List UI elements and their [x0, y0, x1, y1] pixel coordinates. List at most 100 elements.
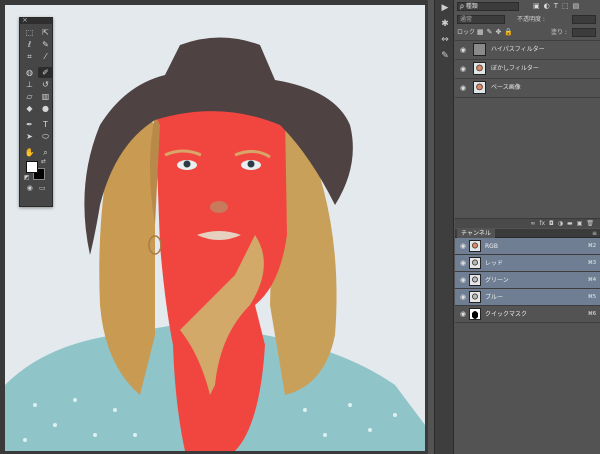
- layers-panel: ρ 種類 ▣ ◐ T ⬚ ▤ 通常 不透明度 : ロック : ▦ ✎ ✥ 🔒 塗…: [455, 0, 600, 220]
- lock-pixels-icon[interactable]: ✎: [487, 28, 493, 37]
- trash-icon[interactable]: 🗑: [586, 219, 594, 228]
- photoshop-window: × ⬚ ⇱ ℓ ✎ ⌗ ⁄ ◍ ✐ ⊥ ↺ ▱ ▥ ◆ ● ✒ T ➤ ⬭ ✋ ⌕ ⇄ ◩ ◉ ▭ ▶ ✱ ⇔ ✎ ρ…: [0, 0, 600, 454]
- crop-tool-icon[interactable]: ⌗: [22, 51, 37, 62]
- layers-lock-row: ロック : ▦ ✎ ✥ 🔒 塗り :: [455, 26, 600, 39]
- lasso-tool-icon[interactable]: ℓ: [22, 39, 37, 50]
- zoom-tool-icon[interactable]: ⌕: [38, 147, 53, 158]
- channel-name: グリーン: [485, 277, 509, 284]
- opacity-input[interactable]: [572, 15, 596, 24]
- brush-tool-icon[interactable]: ✐: [38, 67, 53, 78]
- channel-thumbnail: [469, 274, 481, 286]
- tools-bottom-row: ◉ ▭: [20, 182, 52, 194]
- stamp-tool-icon[interactable]: ⊥: [22, 79, 37, 90]
- lock-position-icon[interactable]: ✥: [496, 28, 502, 37]
- smart-object-filter-icon[interactable]: ▤: [573, 2, 580, 11]
- channel-shortcut: ⌘6: [587, 311, 596, 317]
- channel-shortcut: ⌘2: [587, 243, 596, 249]
- link-layers-icon[interactable]: ∞: [530, 219, 535, 228]
- history-brush-tool-icon[interactable]: ↺: [38, 79, 53, 90]
- right-panels: ρ 種類 ▣ ◐ T ⬚ ▤ 通常 不透明度 : ロック : ▦ ✎ ✥ 🔒 塗…: [455, 0, 600, 454]
- visibility-eye-icon[interactable]: ◉: [458, 276, 468, 284]
- visibility-eye-icon[interactable]: ◉: [458, 259, 468, 267]
- layer-row[interactable]: ◉ ぼかしフィルター: [455, 59, 600, 78]
- visibility-eye-icon[interactable]: ◉: [458, 242, 468, 250]
- blend-mode-select[interactable]: 通常: [457, 15, 505, 24]
- channel-shortcut: ⌘3: [587, 260, 596, 266]
- layer-row[interactable]: ◉ ハイパスフィルター: [455, 40, 600, 59]
- layer-list: ◉ ハイパスフィルター ◉ ぼかしフィルター ◉ ベース画像: [455, 40, 600, 97]
- eyedropper-tool-icon[interactable]: ⁄: [38, 51, 53, 62]
- pen-tool-icon[interactable]: ✒: [22, 119, 37, 130]
- layer-name: ベース画像: [491, 84, 521, 91]
- shape-tool-icon[interactable]: ⬭: [38, 131, 53, 142]
- adjustment-filter-icon[interactable]: ◐: [544, 2, 550, 11]
- tool-presets-icon[interactable]: ✱: [435, 16, 455, 32]
- type-tool-icon[interactable]: T: [38, 119, 53, 130]
- layer-style-icon[interactable]: fx: [539, 219, 545, 228]
- channel-row-green[interactable]: ◉ グリーン ⌘4: [455, 272, 600, 289]
- channel-thumbnail: [469, 308, 481, 320]
- channels-tabbar: チャンネル ≡: [455, 229, 600, 238]
- side-icon-strip: ▶ ✱ ⇔ ✎: [434, 0, 454, 454]
- add-mask-icon[interactable]: ◘: [549, 219, 554, 228]
- visibility-eye-icon[interactable]: ◉: [458, 84, 468, 92]
- channel-row-rgb[interactable]: ◉ RGB ⌘2: [455, 238, 600, 255]
- lock-transparent-icon[interactable]: ▦: [477, 28, 484, 37]
- pixel-filter-icon[interactable]: ▣: [533, 2, 540, 11]
- spot-heal-tool-icon[interactable]: ◍: [22, 67, 37, 78]
- visibility-eye-icon[interactable]: ◉: [458, 46, 468, 54]
- tools-panel-header[interactable]: ×: [20, 16, 52, 24]
- layer-row[interactable]: ◉ ベース画像: [455, 78, 600, 97]
- brush-panel-icon[interactable]: ✎: [435, 48, 455, 64]
- play-icon[interactable]: ▶: [435, 0, 455, 16]
- eraser-tool-icon[interactable]: ▱: [22, 91, 37, 102]
- layer-thumbnail: [473, 62, 486, 75]
- blur-tool-icon[interactable]: ◆: [22, 103, 37, 114]
- screen-mode-icon[interactable]: ▭: [38, 184, 48, 192]
- adjustment-layer-icon[interactable]: ◑: [558, 219, 563, 228]
- lock-all-icon[interactable]: 🔒: [504, 28, 513, 37]
- path-select-tool-icon[interactable]: ➤: [22, 131, 37, 142]
- opacity-label: 不透明度 :: [517, 16, 545, 23]
- new-layer-icon[interactable]: ▣: [577, 219, 583, 228]
- shape-filter-icon[interactable]: ⬚: [562, 2, 569, 11]
- canvas-area: × ⬚ ⇱ ℓ ✎ ⌗ ⁄ ◍ ✐ ⊥ ↺ ▱ ▥ ◆ ● ✒ T ➤ ⬭ ✋ ⌕ ⇄ ◩ ◉ ▭: [0, 0, 428, 454]
- tool-separator: [22, 63, 53, 66]
- channel-row-quick-mask[interactable]: ◉ クイックマスク ⌘6: [455, 306, 600, 323]
- visibility-eye-icon[interactable]: ◉: [458, 65, 468, 73]
- hand-tool-icon[interactable]: ✋: [22, 147, 37, 158]
- new-group-icon[interactable]: ▬: [567, 219, 573, 228]
- quick-select-tool-icon[interactable]: ✎: [38, 39, 53, 50]
- channel-row-red[interactable]: ◉ レッド ⌘3: [455, 255, 600, 272]
- channel-thumbnail: [469, 291, 481, 303]
- layers-empty-area: [455, 97, 600, 215]
- move-tool-icon[interactable]: ⇱: [38, 27, 53, 38]
- layers-footer: ∞ fx ◘ ◑ ▬ ▣ 🗑: [455, 218, 600, 228]
- channel-name: レッド: [485, 260, 504, 267]
- default-colors-icon[interactable]: ◩: [24, 174, 30, 181]
- visibility-eye-icon[interactable]: ◉: [458, 310, 468, 318]
- fill-input[interactable]: [572, 28, 596, 37]
- lock-label: ロック :: [457, 29, 479, 36]
- channel-name: クイックマスク: [485, 311, 528, 318]
- channel-name: RGB: [485, 243, 498, 250]
- tab-channels[interactable]: チャンネル: [457, 229, 495, 238]
- tool-grid: ⬚ ⇱ ℓ ✎ ⌗ ⁄ ◍ ✐ ⊥ ↺ ▱ ▥ ◆ ● ✒ T ➤ ⬭ ✋ ⌕: [20, 24, 53, 158]
- swap-panel-icon[interactable]: ⇔: [435, 32, 455, 48]
- gradient-tool-icon[interactable]: ▥: [38, 91, 53, 102]
- type-filter-icon[interactable]: T: [554, 2, 558, 11]
- panel-menu-icon[interactable]: ≡: [592, 229, 597, 238]
- foreground-color-swatch[interactable]: [26, 161, 38, 173]
- fill-label: 塗り :: [551, 29, 567, 36]
- quick-mask-icon[interactable]: ◉: [25, 184, 35, 192]
- document-canvas[interactable]: [5, 5, 425, 451]
- marquee-tool-icon[interactable]: ⬚: [22, 27, 37, 38]
- visibility-eye-icon[interactable]: ◉: [458, 293, 468, 301]
- swap-colors-icon[interactable]: ⇄: [41, 158, 46, 165]
- close-icon[interactable]: ×: [22, 16, 28, 24]
- layer-name: ハイパスフィルター: [491, 46, 545, 53]
- layers-filter-row: ρ 種類 ▣ ◐ T ⬚ ▤: [455, 0, 600, 13]
- dodge-tool-icon[interactable]: ●: [38, 103, 53, 114]
- channel-row-blue[interactable]: ◉ ブルー ⌘5: [455, 289, 600, 306]
- layer-kind-select[interactable]: ρ 種類: [457, 2, 519, 11]
